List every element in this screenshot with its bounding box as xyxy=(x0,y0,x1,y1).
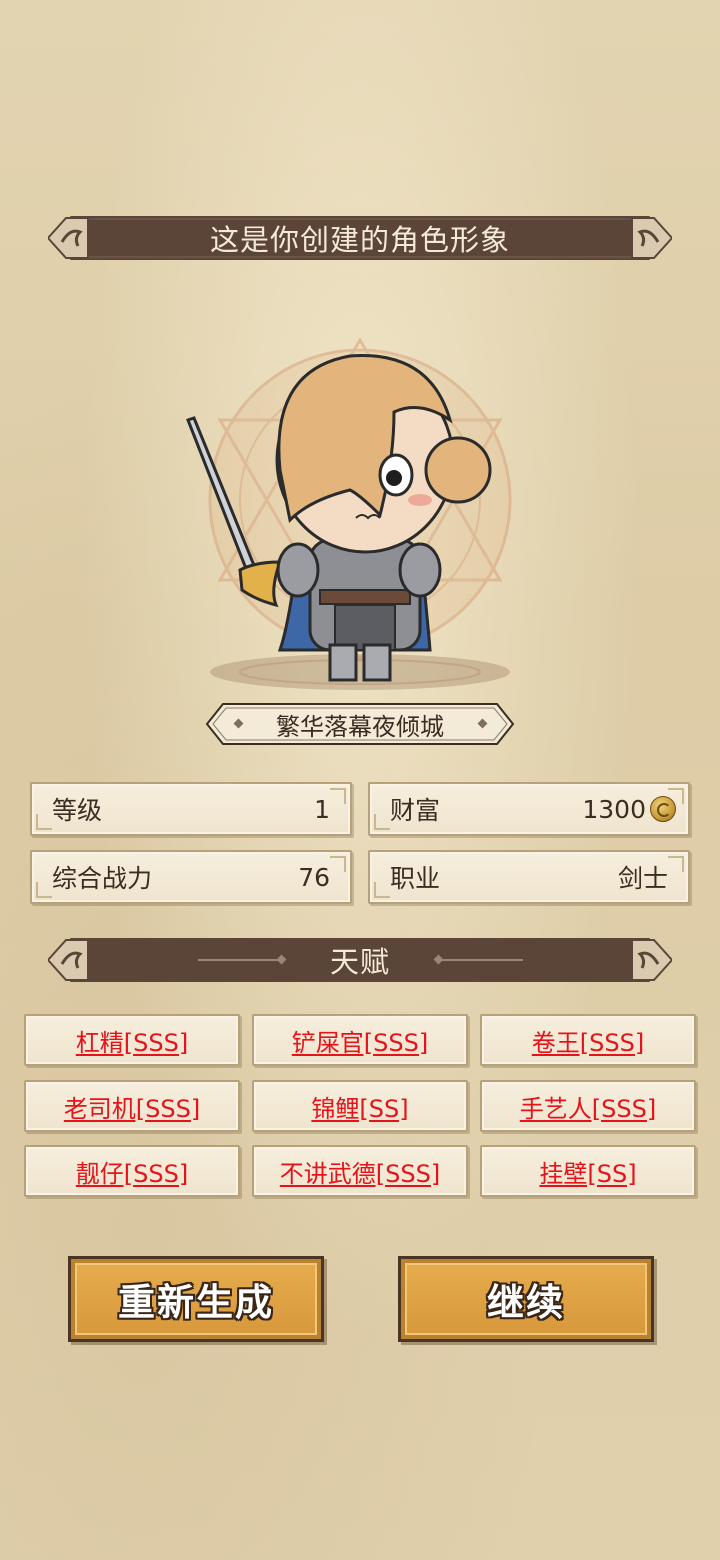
character-name: 繁华落幕夜倾城 xyxy=(276,712,444,741)
talent-item[interactable]: 挂壁[SS] xyxy=(480,1145,696,1197)
talent-label: 卷王[SSS] xyxy=(531,1028,645,1057)
talent-label: 铲屎官[SSS] xyxy=(291,1028,429,1057)
job-value: 剑士 xyxy=(617,864,668,893)
talent-label: 杠精[SSS] xyxy=(75,1028,189,1057)
talent-item[interactable]: 手艺人[SSS] xyxy=(480,1080,696,1132)
talent-label: 老司机[SSS] xyxy=(63,1094,201,1123)
stat-level: 等级 1 xyxy=(30,782,352,836)
talent-label: 锦鲤[SS] xyxy=(311,1094,409,1123)
talent-item[interactable]: 锦鲤[SS] xyxy=(252,1080,468,1132)
wealth-value: 1300 xyxy=(582,794,646,824)
talent-item[interactable]: 不讲武德[SSS] xyxy=(252,1145,468,1197)
talent-label: 手艺人[SSS] xyxy=(519,1094,657,1123)
talent-item[interactable]: 卷王[SSS] xyxy=(480,1014,696,1066)
coin-icon xyxy=(650,796,676,822)
regenerate-button-label: 重新生成 xyxy=(118,1281,274,1324)
power-label: 综合战力 xyxy=(52,864,153,893)
level-value: 1 xyxy=(314,794,330,824)
talent-label: 挂壁[SS] xyxy=(539,1159,637,1188)
character-name-plate: 繁华落幕夜倾城 xyxy=(205,702,515,746)
talent-item[interactable]: 靓仔[SSS] xyxy=(24,1145,240,1197)
stat-job: 职业 剑士 xyxy=(368,850,690,904)
talent-banner: 天赋 xyxy=(48,934,672,986)
page-title: 这是你创建的角色形象 xyxy=(209,223,510,257)
character-portrait xyxy=(180,300,540,700)
talent-item[interactable]: 杠精[SSS] xyxy=(24,1014,240,1066)
talent-item[interactable]: 老司机[SSS] xyxy=(24,1080,240,1132)
power-value: 76 xyxy=(298,862,330,892)
stat-power: 综合战力 76 xyxy=(30,850,352,904)
talent-label: 靓仔[SSS] xyxy=(75,1159,189,1188)
stat-wealth: 财富 1300 xyxy=(368,782,690,836)
job-label: 职业 xyxy=(390,864,441,893)
header-banner: 这是你创建的角色形象 xyxy=(48,212,672,264)
wealth-value-group: 1300 xyxy=(582,784,676,834)
regenerate-button[interactable]: 重新生成 xyxy=(68,1256,324,1342)
talent-label: 不讲武德[SSS] xyxy=(279,1159,441,1188)
level-label: 等级 xyxy=(52,796,103,825)
wealth-label: 财富 xyxy=(390,796,441,825)
talent-section-title: 天赋 xyxy=(329,945,390,979)
continue-button[interactable]: 继续 xyxy=(398,1256,654,1342)
talent-item[interactable]: 铲屎官[SSS] xyxy=(252,1014,468,1066)
continue-button-label: 继续 xyxy=(487,1281,565,1324)
